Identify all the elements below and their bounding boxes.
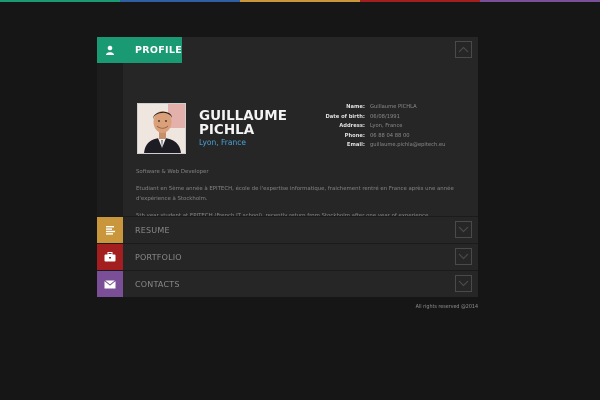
section-resume[interactable]: RESUME xyxy=(97,216,478,243)
description-fr: Etudiant en 5ème année à EPITECH, école … xyxy=(136,186,454,202)
section-contacts[interactable]: CONTACTS xyxy=(97,270,478,297)
chevron-down-icon xyxy=(458,226,469,233)
profile-header[interactable]: PROFILE xyxy=(97,37,478,63)
info-row: Date of birth: 06/08/1991 xyxy=(293,113,445,123)
info-row: Address: Lyon, France xyxy=(293,122,445,132)
topbar-segment xyxy=(480,0,600,2)
person-icon xyxy=(97,37,123,63)
info-value: 06/08/1991 xyxy=(370,113,400,120)
envelope-icon xyxy=(97,271,123,297)
info-key: Phone: xyxy=(344,132,365,139)
profile-description: Software & Web Developer Etudiant en 5èm… xyxy=(136,168,456,221)
document-lines-icon xyxy=(97,217,123,243)
info-key: Name: xyxy=(346,104,365,110)
color-top-bar xyxy=(0,0,600,2)
section-resume-label: RESUME xyxy=(135,225,170,235)
expand-resume-button[interactable] xyxy=(455,221,472,238)
section-portfolio-label: PORTFOLIO xyxy=(135,252,182,262)
info-value: 06 88 04 88 00 xyxy=(370,132,410,139)
info-value: Lyon, France xyxy=(370,123,403,130)
info-key: Address: xyxy=(339,123,365,130)
resume-panel: PROFILE GUILLAUME PICHLA Lyon, France Na… xyxy=(97,37,478,297)
profile-content: GUILLAUME PICHLA Lyon, France Name: Guil… xyxy=(97,63,478,219)
profile-tab[interactable]: PROFILE xyxy=(97,37,182,63)
topbar-segment xyxy=(360,0,480,2)
profile-tab-label: PROFILE xyxy=(134,44,182,56)
info-value: guillaume.pichla@epitech.eu xyxy=(370,142,446,149)
topbar-segment xyxy=(0,0,120,2)
topbar-segment xyxy=(120,0,240,2)
chevron-down-icon xyxy=(458,253,469,260)
personal-info: Name: Guillaume PICHLA Date of birth: 06… xyxy=(293,103,445,151)
chevron-down-icon xyxy=(458,280,469,287)
info-row: Phone: 06 88 04 88 00 xyxy=(293,132,445,142)
briefcase-icon xyxy=(97,244,123,270)
profile-city: Lyon, France xyxy=(199,138,246,147)
expand-contacts-button[interactable] xyxy=(455,275,472,292)
info-row: Name: Guillaume PICHLA xyxy=(293,103,445,113)
info-row: Email: guillaume.pichla@epitech.eu xyxy=(293,141,445,151)
avatar xyxy=(137,103,186,154)
profile-side-strip xyxy=(97,63,123,216)
section-contacts-label: CONTACTS xyxy=(135,279,180,289)
job-title: Software & Web Developer xyxy=(136,169,209,175)
info-key: Date of birth: xyxy=(325,113,365,120)
collapse-profile-button[interactable] xyxy=(455,41,472,58)
section-portfolio[interactable]: PORTFOLIO xyxy=(97,243,478,270)
expand-portfolio-button[interactable] xyxy=(455,248,472,265)
info-value: Guillaume PICHLA xyxy=(370,104,417,110)
topbar-segment xyxy=(240,0,360,2)
info-key: Email: xyxy=(346,142,365,149)
chevron-up-icon xyxy=(458,46,469,53)
footer-copyright: All rights reserved @2014 xyxy=(415,305,478,310)
